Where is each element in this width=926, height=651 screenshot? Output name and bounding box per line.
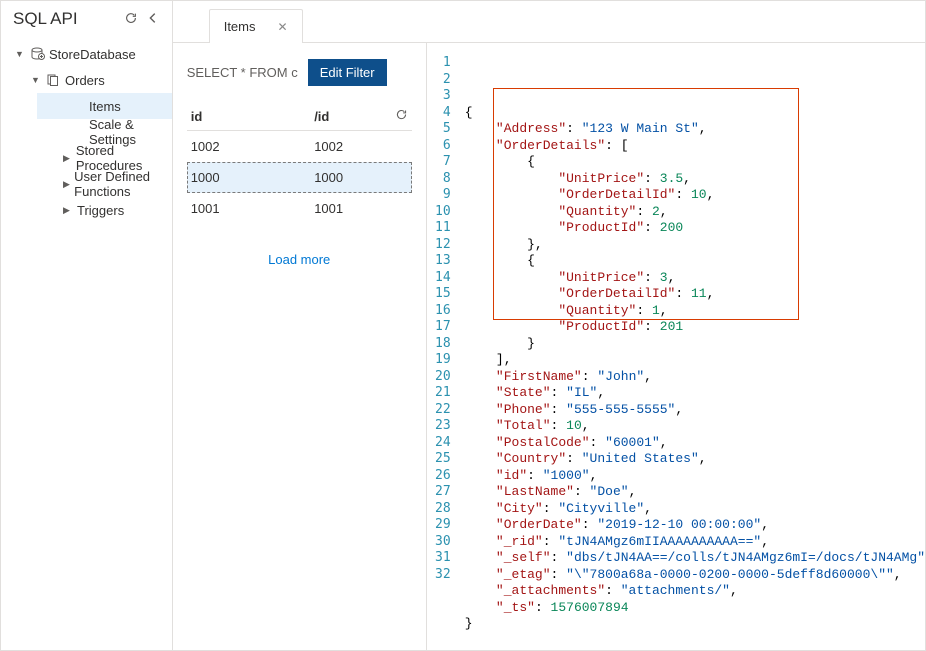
tree-triggers[interactable]: ▶ Triggers: [37, 197, 172, 223]
tabbar: Items ✕: [173, 1, 925, 43]
json-code[interactable]: { "Address": "123 W Main St", "OrderDeta…: [465, 105, 925, 633]
refresh-icon[interactable]: [124, 11, 138, 28]
caret-down-icon: ▼: [15, 49, 25, 59]
sidebar-title: SQL API: [13, 9, 78, 29]
tree-collection-label: Orders: [65, 73, 105, 88]
table-row[interactable]: 10021002: [187, 131, 412, 163]
database-icon: [29, 47, 45, 61]
line-gutter: 1 2 3 4 5 6 7 8 9 10 11 12 13 14 15 16 1…: [427, 55, 457, 583]
caret-down-icon: ▼: [31, 75, 41, 85]
close-icon[interactable]: ✕: [278, 20, 288, 34]
tree-database[interactable]: ▼ StoreDatabase: [5, 41, 172, 67]
tree-scale-settings[interactable]: Scale & Settings: [37, 119, 172, 145]
filter-query-text: SELECT * FROM c: [187, 65, 298, 80]
caret-right-icon: ▶: [63, 179, 70, 190]
tab-label: Items: [224, 19, 256, 34]
items-table: id /id 100210021000100010011001: [187, 102, 412, 224]
tree-database-label: StoreDatabase: [49, 47, 136, 62]
tree-stored-procedures[interactable]: ▶ Stored Procedures: [37, 145, 172, 171]
sidebar: SQL API ▼ StoreDatabase ▼: [1, 1, 173, 650]
main: Items ✕ SELECT * FROM c Edit Filter id /…: [173, 1, 925, 650]
col-partition-key[interactable]: /id: [310, 102, 388, 131]
tree-items[interactable]: Items: [37, 93, 172, 119]
tree: ▼ StoreDatabase ▼ Orders Items: [1, 41, 172, 223]
tree-user-defined-functions[interactable]: ▶ User Defined Functions: [37, 171, 172, 197]
table-row[interactable]: 10001000: [187, 162, 412, 193]
collapse-left-icon[interactable]: [146, 11, 160, 28]
edit-filter-button[interactable]: Edit Filter: [308, 59, 387, 86]
collection-icon: [45, 73, 61, 87]
caret-right-icon: ▶: [63, 153, 72, 164]
col-id[interactable]: id: [187, 102, 310, 131]
editor-pane[interactable]: 1 2 3 4 5 6 7 8 9 10 11 12 13 14 15 16 1…: [427, 43, 925, 650]
tab-items[interactable]: Items ✕: [209, 9, 303, 43]
table-row[interactable]: 10011001: [187, 193, 412, 224]
caret-right-icon: ▶: [63, 205, 73, 216]
col-refresh[interactable]: [388, 102, 412, 131]
tree-collection[interactable]: ▼ Orders: [21, 67, 172, 93]
load-more-link[interactable]: Load more: [187, 252, 412, 267]
items-pane: SELECT * FROM c Edit Filter id /id 1002: [173, 43, 427, 650]
